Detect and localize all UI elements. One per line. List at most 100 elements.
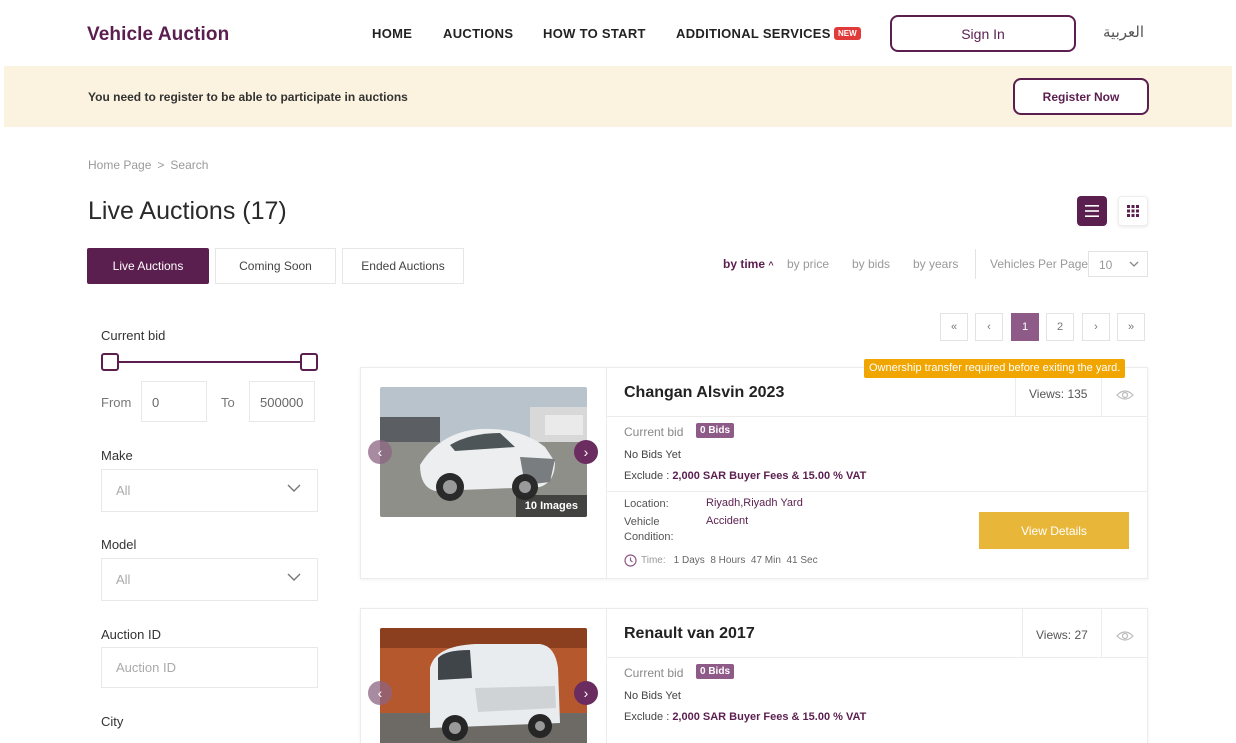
vehicle-title[interactable]: Changan Alsvin 2023 [624, 384, 784, 402]
view-details-button[interactable]: View Details [979, 512, 1129, 549]
bids-badge: 0 Bids [696, 423, 735, 438]
vehicle-image[interactable] [380, 628, 587, 743]
page-button-2[interactable]: 2 [1046, 313, 1074, 341]
model-value: All [116, 572, 131, 587]
sort-by-bids[interactable]: by bids [852, 257, 890, 271]
condition-label-line1: Vehicle [624, 516, 660, 528]
city-label: City [101, 714, 124, 729]
breadcrumb: Home Page > Search [88, 158, 208, 172]
new-badge: NEW [834, 27, 861, 40]
make-value: All [116, 483, 131, 498]
register-banner: You need to register to be able to parti… [4, 66, 1232, 127]
condition-label-line2: Condition: [624, 531, 674, 543]
time-remaining: Time: 1 Days 8 Hours 47 Min 41 Sec [624, 554, 818, 567]
last-page-button[interactable]: » [1117, 313, 1145, 341]
tab-live-auctions[interactable]: Live Auctions [87, 248, 209, 284]
exclude-prefix: Exclude : [624, 470, 673, 482]
vehicle-image[interactable]: 10 Images [380, 387, 587, 517]
nav-home[interactable]: HOME [372, 26, 412, 41]
nav-auctions[interactable]: AUCTIONS [443, 26, 513, 41]
chevron-down-icon [287, 484, 301, 492]
sign-in-button[interactable]: Sign In [890, 15, 1076, 52]
list-view-button[interactable] [1077, 196, 1107, 226]
page-title: Live Auctions (17) [88, 197, 287, 225]
breadcrumb-home[interactable]: Home Page [88, 158, 151, 172]
grid-icon [1127, 205, 1139, 217]
eye-icon[interactable] [1116, 389, 1134, 401]
card-header-divider [607, 416, 1147, 417]
exclude-fees-value: 2,000 SAR Buyer Fees & 15.00 % VAT [672, 711, 867, 723]
prev-page-button[interactable]: ‹ [975, 313, 1003, 341]
first-page-button[interactable]: « [940, 313, 968, 341]
site-logo[interactable]: Vehicle Auction [87, 24, 229, 46]
card-header-divider [607, 657, 1147, 658]
bid-range-track[interactable] [110, 361, 310, 363]
nav-how-to-start[interactable]: HOW TO START [543, 26, 646, 41]
chevron-right-icon: › [583, 444, 589, 460]
ownership-notice-badge: Ownership transfer required before exiti… [864, 359, 1126, 378]
chevron-down-icon [287, 573, 301, 581]
current-bid-label: Current bid [624, 425, 684, 439]
breadcrumb-current: Search [170, 158, 209, 172]
bid-from-input[interactable]: 0 [141, 381, 207, 422]
sort-by-years[interactable]: by years [913, 257, 958, 271]
sort-by-price[interactable]: by price [787, 257, 829, 271]
time-label: Time: [641, 555, 666, 566]
make-label: Make [101, 448, 133, 463]
model-select[interactable]: All [101, 558, 318, 601]
page-button-1[interactable]: 1 [1011, 313, 1039, 341]
register-notice: You need to register to be able to parti… [88, 90, 408, 104]
prev-image-button[interactable]: ‹ [368, 440, 392, 464]
no-bids-text: No Bids Yet [624, 690, 681, 702]
to-label: To [221, 395, 235, 410]
eye-icon[interactable] [1116, 630, 1134, 642]
next-page-button[interactable]: › [1082, 313, 1110, 341]
clock-icon [624, 554, 637, 567]
views-count: Views: 135 [1029, 387, 1088, 401]
sort-divider [975, 249, 976, 279]
location-label: Location: [624, 498, 669, 510]
chevron-down-icon [1129, 261, 1139, 267]
language-switch[interactable]: العربية [1103, 23, 1144, 41]
exclude-prefix: Exclude : [624, 711, 673, 723]
sort-by-time[interactable]: by time ^ [723, 257, 774, 271]
views-count: Views: 27 [1036, 628, 1088, 642]
make-select[interactable]: All [101, 469, 318, 512]
sort-by-time-label: by time [723, 257, 766, 271]
tab-ended-auctions[interactable]: Ended Auctions [342, 248, 464, 284]
grid-view-button[interactable] [1118, 196, 1148, 226]
current-bid-label: Current bid [101, 328, 166, 343]
chevron-left-icon: ‹ [377, 444, 383, 460]
bid-range-max-handle[interactable] [300, 353, 318, 371]
bid-range-min-handle[interactable] [101, 353, 119, 371]
exclude-fees-value: 2,000 SAR Buyer Fees & 15.00 % VAT [672, 470, 867, 482]
location-value: Riyadh,Riyadh Yard [706, 497, 803, 509]
next-image-button[interactable]: › [574, 440, 598, 464]
chevron-up-icon: ^ [768, 260, 774, 270]
tab-coming-soon[interactable]: Coming Soon [215, 248, 336, 284]
chevron-right-icon: › [583, 685, 589, 701]
per-page-label: Vehicles Per Page [990, 257, 1089, 271]
vehicle-title[interactable]: Renault van 2017 [624, 625, 755, 643]
auction-card: ‹ › Renault van 2017 Views: 27 Current b… [360, 608, 1148, 743]
time-value: 1 Days 8 Hours 47 Min 41 Sec [673, 555, 818, 566]
auction-id-label: Auction ID [101, 627, 161, 642]
per-page-select[interactable]: 10 [1088, 251, 1148, 277]
site-header: Vehicle Auction HOME AUCTIONS HOW TO STA… [0, 0, 1236, 66]
views-divider [1022, 609, 1023, 657]
chevron-left-icon: ‹ [377, 685, 383, 701]
next-image-button[interactable]: › [574, 681, 598, 705]
auction-id-input[interactable]: Auction ID [101, 647, 318, 688]
list-icon [1085, 205, 1099, 217]
image-count: 10 Images [515, 495, 587, 517]
breadcrumb-separator: > [157, 158, 165, 172]
model-label: Model [101, 537, 137, 552]
bid-to-input[interactable]: 500000 [249, 381, 315, 422]
card-info-divider [607, 491, 1147, 492]
prev-image-button[interactable]: ‹ [368, 681, 392, 705]
auction-card: 10 Images ‹ › Changan Alsvin 2023 Views:… [360, 367, 1148, 579]
nav-additional-services[interactable]: ADDITIONAL SERVICES [676, 26, 831, 41]
condition-value: Accident [706, 515, 749, 527]
van-photo-illustration [380, 628, 587, 743]
register-now-button[interactable]: Register Now [1013, 78, 1149, 115]
